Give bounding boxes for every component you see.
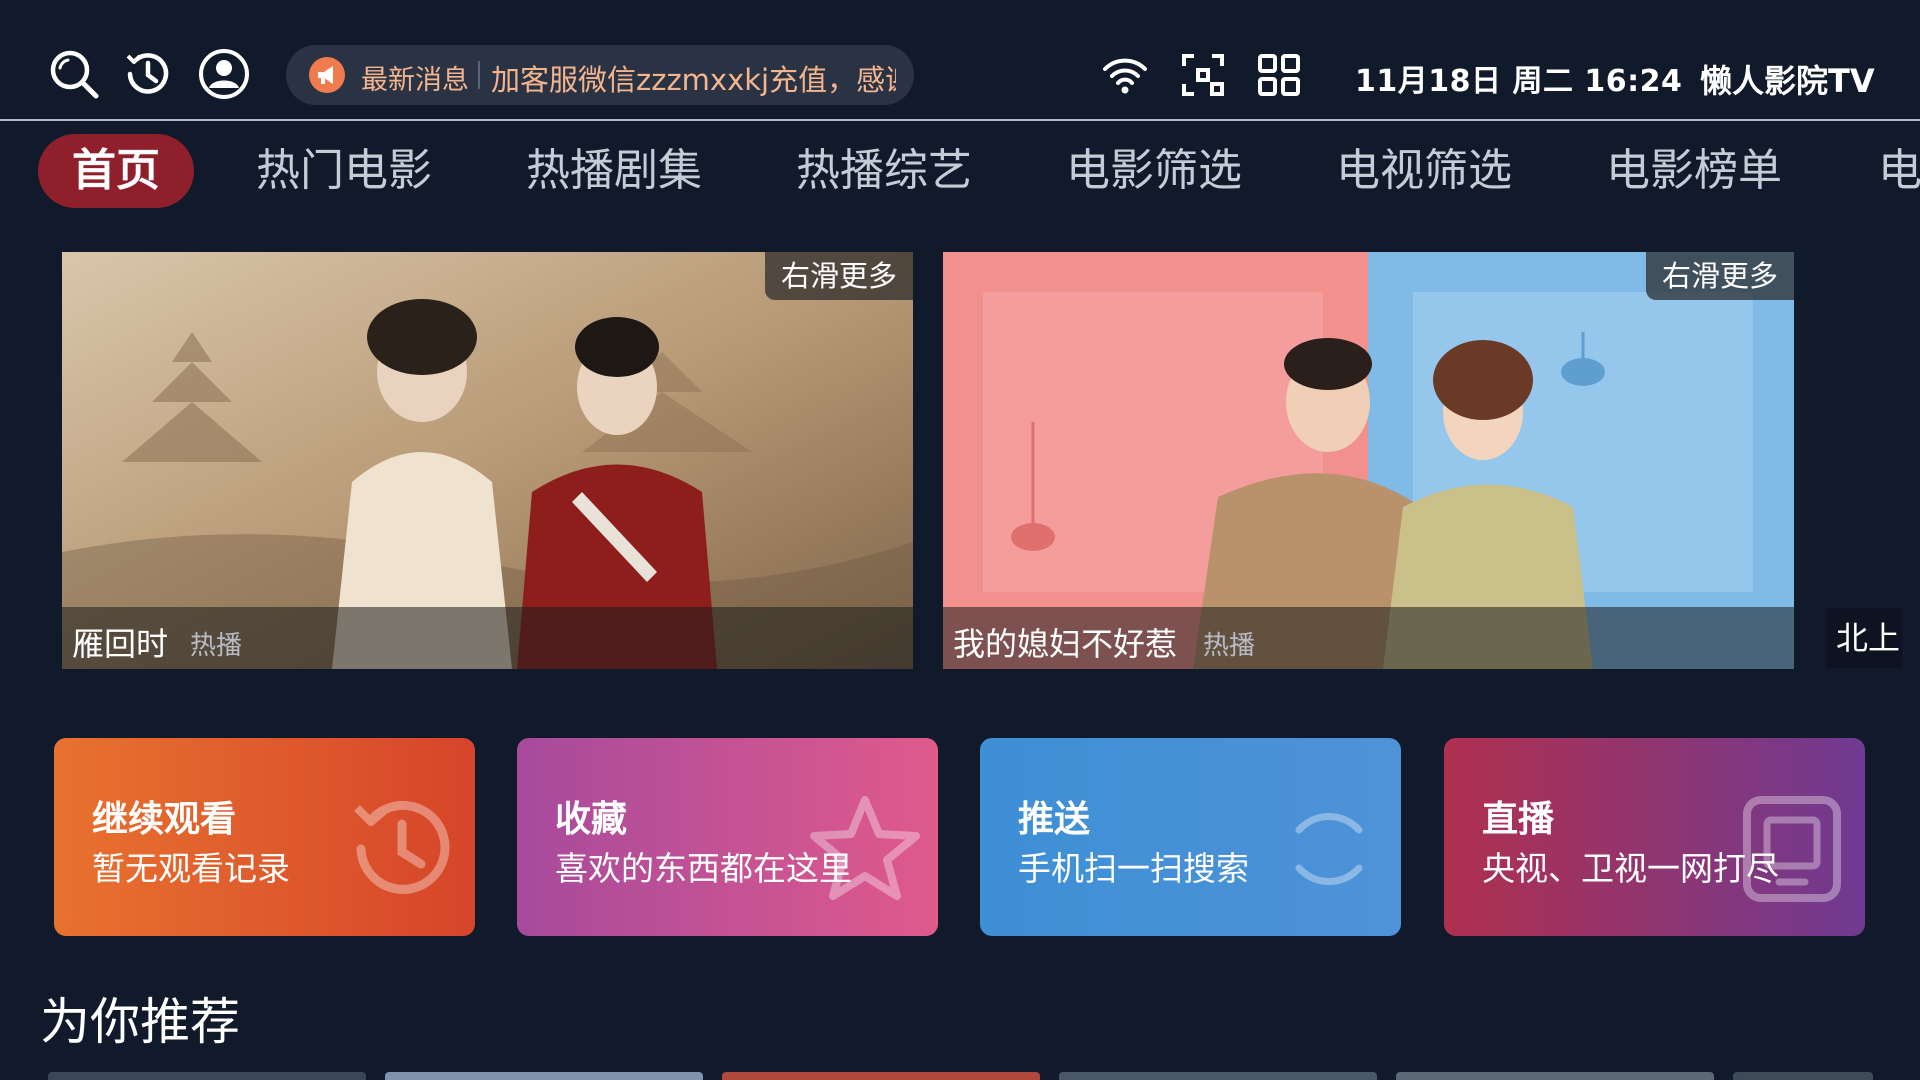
apps-grid-icon[interactable] bbox=[1256, 52, 1302, 98]
section-title-recommend: 为你推荐 bbox=[40, 993, 240, 1051]
user-icon[interactable] bbox=[198, 48, 250, 100]
news-ticker[interactable]: 最新消息 加客服微信zzzmxxkj充值，感谢 bbox=[286, 45, 914, 105]
recommend-thumbnail[interactable] bbox=[1733, 1072, 1873, 1080]
card-subtitle: 暂无观看记录 bbox=[92, 849, 290, 888]
recommend-thumbnail[interactable] bbox=[1059, 1072, 1377, 1080]
recommend-thumbnail[interactable] bbox=[722, 1072, 1040, 1080]
live-card[interactable]: 直播 央视、卫视一网打尽 bbox=[1444, 738, 1865, 936]
tab-more-partial[interactable]: 电 bbox=[1878, 134, 1920, 208]
tab-hot-variety[interactable]: 热播综艺 bbox=[796, 134, 972, 208]
notice-label: 最新消息 bbox=[361, 65, 469, 96]
tab-movie-ranking[interactable]: 电影榜单 bbox=[1606, 134, 1782, 208]
swipe-more-badge: 右滑更多 bbox=[764, 252, 913, 300]
category-tabs: 首页 热门电影 热播剧集 热播综艺 电影筛选 电视筛选 电影榜单 电 bbox=[0, 132, 1920, 212]
banner-peek-next[interactable]: 北上 bbox=[1826, 608, 1902, 668]
tab-tv-filter[interactable]: 电视筛选 bbox=[1336, 134, 1512, 208]
history-icon[interactable] bbox=[122, 48, 174, 100]
card-title: 继续观看 bbox=[92, 799, 237, 840]
tv-icon bbox=[1733, 790, 1851, 908]
banner-card[interactable]: 右滑更多 雁回时 热播 bbox=[62, 252, 913, 669]
swipe-more-badge: 右滑更多 bbox=[1645, 252, 1794, 300]
recommend-thumbnail[interactable] bbox=[385, 1072, 703, 1080]
search-icon[interactable] bbox=[48, 48, 100, 100]
banner-title: 雁回时 bbox=[72, 625, 169, 663]
star-icon bbox=[806, 790, 924, 908]
tab-hot-series[interactable]: 热播剧集 bbox=[526, 134, 702, 208]
tab-home[interactable]: 首页 bbox=[38, 134, 194, 208]
tab-hot-movies[interactable]: 热门电影 bbox=[256, 134, 432, 208]
card-title: 收藏 bbox=[555, 799, 628, 840]
scan-icon[interactable] bbox=[1180, 52, 1226, 98]
card-title: 直播 bbox=[1482, 799, 1555, 840]
banner-caption: 雁回时 热播 bbox=[62, 607, 913, 669]
notice-divider bbox=[478, 61, 480, 89]
recommend-thumbnail[interactable] bbox=[48, 1072, 366, 1080]
app-brand: 懒人影院TV bbox=[1700, 62, 1875, 100]
top-bar: 最新消息 加客服微信zzzmxxkj充值，感谢 11月18日 周二 16:24 … bbox=[0, 0, 1920, 121]
continue-watching-card[interactable]: 继续观看 暂无观看记录 bbox=[54, 738, 475, 936]
tab-movie-filter[interactable]: 电影筛选 bbox=[1066, 134, 1242, 208]
banner-tag: 热播 bbox=[190, 631, 243, 661]
notice-text: 加客服微信zzzmxxkj充值，感谢 bbox=[491, 63, 896, 97]
megaphone-icon bbox=[308, 56, 346, 94]
clock: 11月18日 周二 16:24 bbox=[1355, 64, 1683, 99]
push-icon bbox=[1269, 790, 1387, 908]
banner-title: 我的媳妇不好惹 bbox=[953, 625, 1178, 663]
card-subtitle: 手机扫一扫搜索 bbox=[1018, 849, 1249, 888]
recommend-thumbnail[interactable] bbox=[1396, 1072, 1714, 1080]
wifi-icon bbox=[1102, 52, 1148, 98]
banner-caption: 我的媳妇不好惹 热播 bbox=[943, 607, 1794, 669]
history-icon bbox=[343, 790, 461, 908]
favorites-card[interactable]: 收藏 喜欢的东西都在这里 bbox=[517, 738, 938, 936]
banner-tag: 热播 bbox=[1203, 631, 1256, 661]
push-card[interactable]: 推送 手机扫一扫搜索 bbox=[980, 738, 1401, 936]
banner-card[interactable]: 右滑更多 我的媳妇不好惹 热播 bbox=[943, 252, 1794, 669]
header-divider bbox=[0, 119, 1920, 121]
card-title: 推送 bbox=[1018, 799, 1091, 840]
